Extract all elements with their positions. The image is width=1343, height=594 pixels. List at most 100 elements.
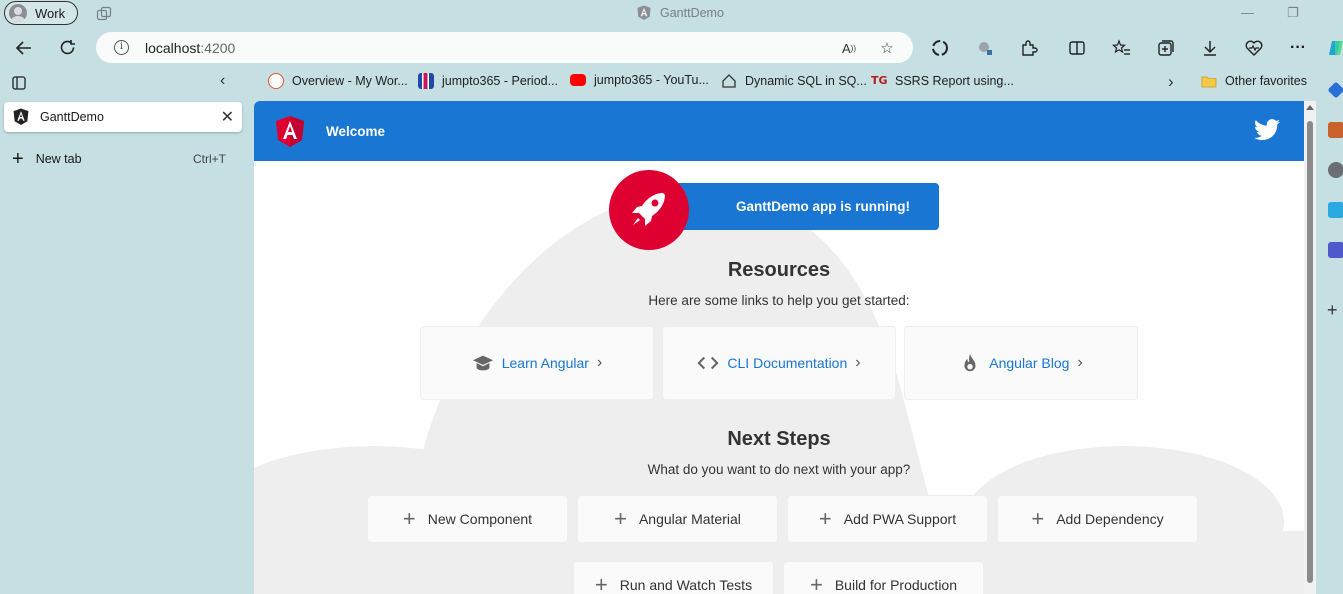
plus-icon: + — [809, 572, 823, 594]
favorite-star-icon[interactable]: ☆ — [878, 39, 896, 57]
next-steps-subtitle: What do you want to do next with your ap… — [647, 462, 911, 477]
build-for-production-button[interactable]: + Build for Production — [783, 561, 984, 594]
split-screen-icon[interactable] — [1067, 38, 1087, 58]
other-favorites-label: Other favorites — [1225, 74, 1307, 88]
angular-icon — [637, 5, 651, 21]
chevron-right-icon: › — [855, 354, 861, 371]
angular-logo — [276, 116, 304, 147]
tools-briefcase-icon[interactable] — [1328, 122, 1343, 138]
tg-logo-icon: TG — [871, 74, 888, 87]
vertical-tabs-pane: GanttDemo ✕ + New tab Ctrl+T — [0, 96, 246, 594]
plus-icon: + — [614, 506, 627, 531]
bookmark-jumpto365-periodic[interactable]: jumpto365 - Period... — [418, 73, 558, 89]
add-sidebar-app-icon[interactable]: + — [1327, 300, 1338, 321]
twitter-icon[interactable] — [1254, 119, 1280, 141]
tab-ganttdemo[interactable]: GanttDemo ✕ — [4, 102, 242, 132]
edge-sidebar: + — [1320, 30, 1343, 594]
favorites-icon[interactable] — [1112, 38, 1132, 58]
plus-icon: + — [402, 506, 416, 531]
collections-icon[interactable] — [1156, 38, 1176, 58]
rocket-badge — [609, 170, 689, 250]
new-component-button[interactable]: + New Component — [367, 495, 568, 543]
resources-subtitle: Here are some links to help you get star… — [648, 293, 910, 308]
chevron-right-icon: › — [1077, 354, 1083, 371]
scrollbar-thumb[interactable] — [1307, 121, 1313, 583]
scroll-up-arrow-icon[interactable] — [1306, 105, 1314, 110]
favorites-bar: ‹ Overview - My Wor... jumpto365 - Perio… — [0, 70, 1343, 96]
cli-documentation-card[interactable]: CLI Documentation › — [662, 326, 896, 400]
sidebar-app-icon[interactable] — [1328, 202, 1343, 218]
sidebar-app-icon[interactable] — [1327, 81, 1343, 99]
angular-blog-card[interactable]: Angular Blog › — [904, 326, 1138, 400]
step-label: New Component — [427, 511, 533, 527]
more-favorites-chevron-icon[interactable]: › — [1168, 72, 1174, 92]
chevron-right-icon: › — [596, 354, 603, 371]
add-dependency-button[interactable]: + Add Dependency — [997, 495, 1198, 543]
house-icon — [722, 74, 736, 88]
address-bar[interactable]: i localhost:4200 A)) ☆ — [96, 32, 913, 63]
extension-icon[interactable] — [975, 38, 995, 58]
bookmark-label: jumpto365 - Period... — [442, 74, 559, 88]
azure-devops-icon — [268, 73, 284, 89]
bookmark-jumpto365-youtube[interactable]: jumpto365 - YouTu... — [570, 73, 709, 87]
url-text[interactable]: localhost:4200 — [145, 40, 235, 56]
angular-icon — [13, 108, 29, 125]
angular-material-button[interactable]: + Angular Material — [577, 495, 778, 543]
window-title-text: GanttDemo — [660, 6, 724, 20]
code-brackets-icon — [697, 356, 719, 370]
tab-title: GanttDemo — [40, 110, 104, 124]
minimize-button[interactable]: — — [1241, 5, 1254, 20]
bookmark-ssrs-report[interactable]: TG SSRS Report using... — [871, 73, 1014, 89]
bookmark-label: jumpto365 - YouTu... — [594, 73, 709, 87]
restore-button[interactable]: ❐ — [1287, 5, 1299, 21]
new-tab-shortcut: Ctrl+T — [193, 152, 226, 166]
step-label: Build for Production — [834, 577, 958, 593]
graduation-cap-icon — [472, 355, 493, 371]
resources-heading: Resources — [727, 259, 831, 281]
teams-icon[interactable] — [1328, 242, 1343, 258]
back-button[interactable] — [12, 36, 36, 60]
close-tab-icon[interactable]: ✕ — [221, 107, 234, 127]
other-favorites-folder[interactable]: Other favorites — [1201, 73, 1307, 89]
next-steps-heading: Next Steps — [727, 428, 831, 450]
recycle-extension-icon[interactable] — [930, 38, 950, 58]
read-aloud-icon[interactable]: A)) — [840, 39, 858, 57]
plus-icon: + — [1031, 506, 1045, 531]
site-info-icon[interactable]: i — [114, 40, 129, 55]
bookmark-overview[interactable]: Overview - My Wor... — [268, 73, 408, 89]
youtube-icon — [570, 74, 586, 86]
bookmark-label: SSRS Report using... — [895, 74, 1014, 88]
profile-label: Work — [35, 5, 66, 21]
avatar — [9, 4, 27, 22]
angular-blog-label: Angular Blog — [989, 355, 1070, 371]
run-and-watch-tests-button[interactable]: + Run and Watch Tests — [573, 561, 774, 594]
collapse-pane-icon[interactable]: ‹ — [220, 72, 225, 90]
bookmark-label: Overview - My Wor... — [292, 74, 408, 88]
web-page: Welcome GanttDemo app is running! Resour… — [254, 101, 1304, 594]
step-label: Run and Watch Tests — [619, 577, 753, 593]
back-arrow-icon — [15, 41, 31, 55]
profile-button[interactable]: Work — [4, 1, 78, 25]
new-tab-label: New tab — [35, 152, 82, 166]
new-tab-button[interactable]: + New tab Ctrl+T — [12, 149, 226, 169]
title-bar: Work GanttDemo — ❐ — [0, 0, 1343, 28]
learn-angular-card[interactable]: Learn Angular › — [420, 326, 654, 400]
bookmark-dynamic-sql[interactable]: Dynamic SQL in SQ... — [721, 73, 867, 89]
vertical-tabs-icon[interactable] — [12, 76, 26, 90]
add-pwa-support-button[interactable]: + Add PWA Support — [787, 495, 988, 543]
browser-essentials-icon[interactable] — [1244, 38, 1264, 58]
plus-icon: + — [818, 506, 832, 531]
downloads-icon[interactable] — [1200, 38, 1220, 58]
people-icon[interactable] — [1328, 162, 1343, 178]
app-running-banner: GanttDemo app is running! — [609, 170, 939, 251]
step-label: Add PWA Support — [843, 511, 957, 527]
refresh-button[interactable] — [56, 36, 80, 60]
extensions-puzzle-icon[interactable] — [1019, 38, 1039, 58]
browser-toolbar: i localhost:4200 A)) ☆ ··· — [0, 30, 1343, 66]
refresh-icon — [60, 40, 75, 55]
folder-icon — [1201, 76, 1217, 88]
more-menu-icon[interactable]: ··· — [1288, 38, 1308, 58]
learn-angular-label: Learn Angular — [501, 355, 589, 371]
tab-actions-icon[interactable] — [96, 6, 112, 22]
page-scrollbar[interactable] — [1304, 101, 1316, 594]
